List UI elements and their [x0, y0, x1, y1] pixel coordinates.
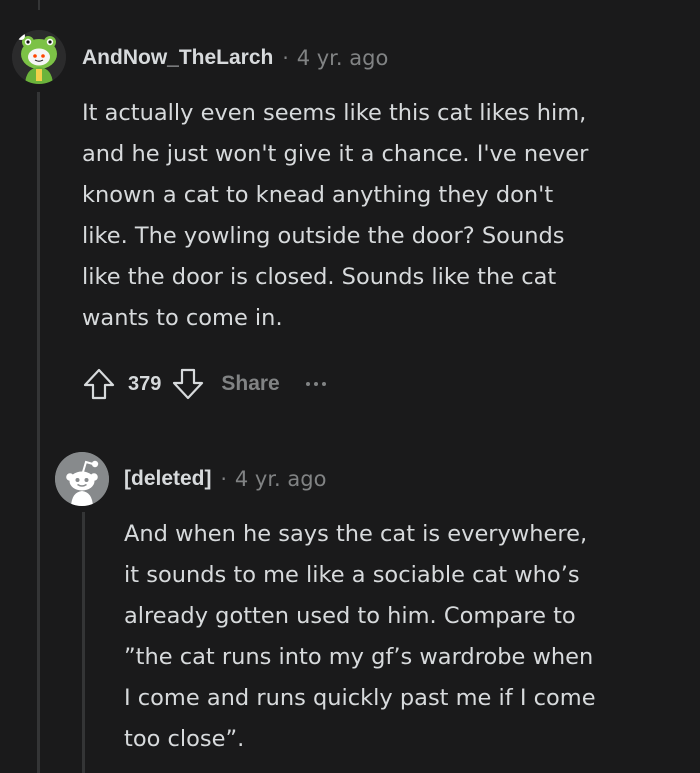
downvote-button[interactable]	[169, 364, 207, 404]
comment-text-line: And when he says the cat is everywhere,	[124, 521, 588, 547]
comment-timestamp[interactable]: 4 yr. ago	[297, 46, 389, 70]
comment-thread: AndNow_TheLarch · 4 yr. ago It actually …	[0, 0, 700, 773]
comment-text-line: and he just won't give it a chance. I've…	[82, 141, 589, 167]
comment-text-line: ”the cat runs into my gf’s wardrobe when	[124, 644, 594, 670]
downvote-arrow-icon	[173, 368, 204, 400]
comment-text-line: it sounds to me like a sociable cat who’…	[124, 562, 580, 588]
comment-text-line: like. The yowling outside the door? Soun…	[82, 223, 565, 249]
collapse-thread-line[interactable]	[82, 512, 85, 773]
comment-timestamp[interactable]: 4 yr. ago	[235, 467, 327, 491]
frog-hood-snoo-avatar[interactable]	[12, 30, 66, 84]
comment-body: It actually even seems like this cat lik…	[82, 93, 682, 339]
share-button[interactable]: Share	[221, 372, 279, 396]
collapse-thread-line[interactable]	[37, 92, 40, 773]
comment-action-bar: 379 Share	[80, 363, 326, 405]
author-username[interactable]: [deleted]	[124, 467, 212, 491]
comment-text-line: known a cat to knead anything they don't	[82, 182, 554, 208]
upvote-button[interactable]	[80, 364, 118, 404]
comment-header: AndNow_TheLarch · 4 yr. ago	[82, 46, 388, 70]
separator-dot: ·	[220, 467, 227, 491]
comment-text-line: It actually even seems like this cat lik…	[82, 100, 587, 126]
comment-body: And when he says the cat is everywhere, …	[124, 514, 684, 760]
vote-score: 379	[128, 372, 162, 395]
parent-thread-line[interactable]	[38, 0, 40, 10]
default-snoo-avatar[interactable]	[55, 452, 109, 506]
comment-text-line: already gotten used to him. Compare to	[124, 603, 576, 629]
comment-text-line: I come and runs quickly past me if I com…	[124, 685, 596, 711]
comment-text-line: like the door is closed. Sounds like the…	[82, 264, 557, 290]
more-options-icon[interactable]	[305, 374, 326, 394]
author-username[interactable]: AndNow_TheLarch	[82, 46, 273, 70]
comment-text-line: too close”.	[124, 726, 245, 752]
upvote-arrow-icon	[83, 368, 115, 400]
comment-text-line: wants to come in.	[82, 305, 283, 331]
comment-header: [deleted] · 4 yr. ago	[124, 467, 326, 491]
separator-dot: ·	[282, 46, 289, 70]
